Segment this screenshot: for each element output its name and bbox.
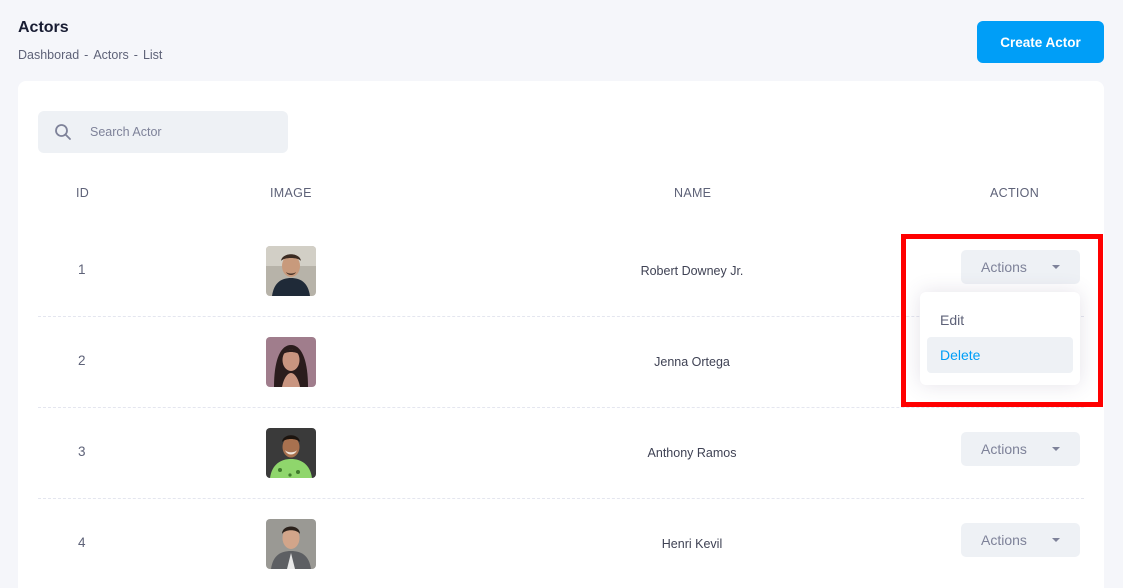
actor-photo [266, 519, 316, 569]
actions-label: Actions [981, 441, 1027, 457]
breadcrumb-separator: - [84, 48, 89, 62]
column-header-action: ACTION [990, 186, 1040, 200]
actions-dropdown-button[interactable]: Actions [961, 523, 1080, 557]
column-header-id: ID [76, 186, 90, 200]
caret-down-icon [1052, 447, 1060, 451]
actor-photo [266, 337, 316, 387]
search-icon [55, 124, 71, 140]
actions-dropdown-menu: Edit Delete [920, 292, 1080, 385]
table-row: 3 Anthony Ramos Actions [38, 408, 1084, 499]
menu-item-delete[interactable]: Delete [927, 337, 1073, 373]
row-id: 4 [78, 535, 86, 550]
breadcrumb-item-dashboard[interactable]: Dashborad [18, 48, 79, 62]
table-row: 4 Henri Kevil Actions [38, 499, 1084, 588]
page-title: Actors [18, 19, 69, 36]
column-header-name: NAME [674, 186, 712, 200]
row-id: 1 [78, 262, 86, 277]
breadcrumb-separator: - [133, 48, 138, 62]
actor-photo [266, 246, 316, 296]
menu-item-edit[interactable]: Edit [927, 302, 1073, 338]
row-id: 2 [78, 353, 86, 368]
actor-name: Henri Kevil [661, 537, 723, 551]
breadcrumb: Dashborad - Actors - List [18, 48, 162, 62]
search-box[interactable] [38, 111, 288, 153]
actor-photo [266, 428, 316, 478]
breadcrumb-item-actors[interactable]: Actors [93, 48, 128, 62]
actor-name: Jenna Ortega [654, 355, 730, 369]
actions-dropdown-button[interactable]: Actions [961, 432, 1080, 466]
actions-dropdown-button[interactable]: Actions [961, 250, 1080, 284]
caret-down-icon [1052, 265, 1060, 269]
actor-name: Anthony Ramos [647, 446, 737, 460]
search-input[interactable] [90, 111, 280, 153]
actor-name: Robert Downey Jr. [640, 264, 744, 278]
caret-down-icon [1052, 538, 1060, 542]
actions-label: Actions [981, 259, 1027, 275]
breadcrumb-item-list: List [142, 48, 163, 62]
row-id: 3 [78, 444, 86, 459]
column-header-image: IMAGE [270, 186, 312, 200]
create-actor-button[interactable]: Create Actor [977, 21, 1104, 63]
actions-label: Actions [981, 532, 1027, 548]
